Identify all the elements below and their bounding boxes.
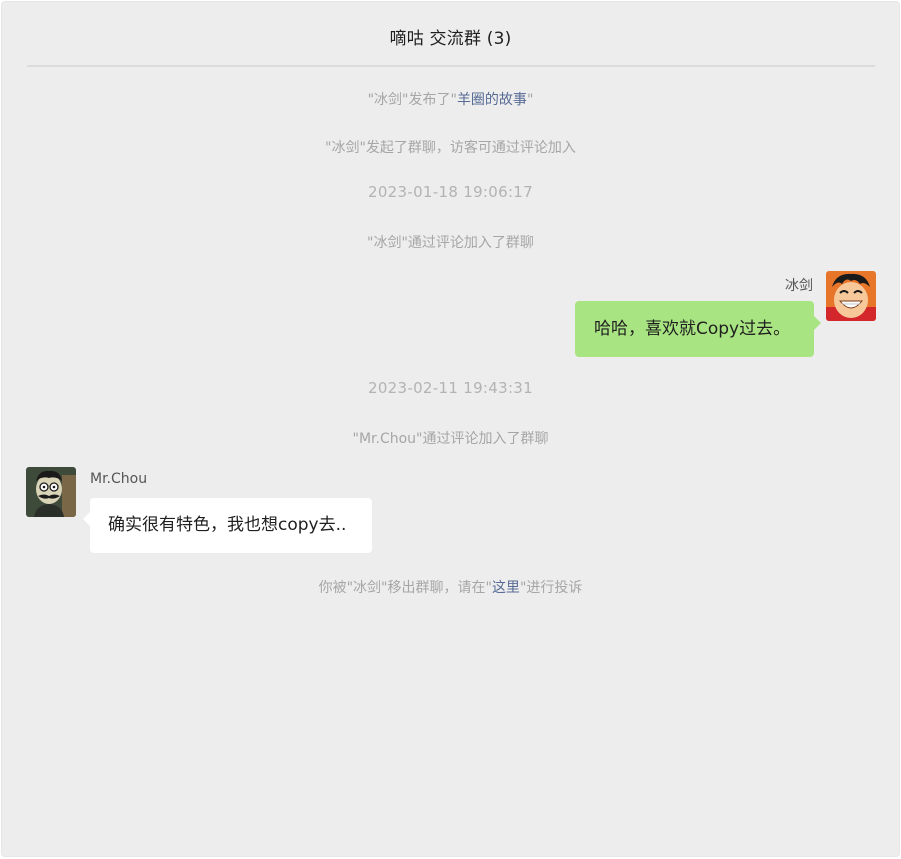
bubble-tail bbox=[83, 512, 90, 526]
timestamp: 2023-02-11 19:43:31 bbox=[367, 379, 533, 397]
removed-suffix: "进行投诉 bbox=[519, 580, 583, 596]
sender-name: Mr.Chou bbox=[90, 471, 148, 487]
published-suffix: " bbox=[526, 92, 534, 108]
header-divider bbox=[27, 65, 875, 67]
complaint-link[interactable]: 这里 bbox=[492, 580, 520, 596]
chat-title: 嘀咕 交流群 (3) bbox=[389, 29, 512, 49]
chat-window: 嘀咕 交流群 (3) "冰剑"发布了"羊圈的故事" "冰剑"发起了群聊，访客可通… bbox=[1, 1, 900, 857]
published-prefix: "冰剑"发布了" bbox=[367, 92, 457, 108]
mustache-man-avatar-icon[interactable] bbox=[26, 467, 76, 517]
message-bubble-self[interactable]: 哈哈，喜欢就Copy过去。 bbox=[575, 301, 814, 357]
sender-name: 冰剑 bbox=[785, 278, 813, 294]
message-bubble-other[interactable]: 确实很有特色，我也想copy去.. bbox=[90, 498, 372, 553]
removed-prefix: 你被"冰剑"移出群聊，请在" bbox=[318, 580, 492, 596]
bubble-tail bbox=[814, 316, 821, 330]
system-notice-joined: "Mr.Chou"通过评论加入了群聊 bbox=[352, 431, 549, 447]
timestamp: 2023-01-18 19:06:17 bbox=[367, 183, 533, 201]
luffy-avatar-icon[interactable] bbox=[826, 271, 876, 321]
system-notice-published: "冰剑"发布了"羊圈的故事" bbox=[2, 89, 899, 109]
system-notice-removed: 你被"冰剑"移出群聊，请在"这里"进行投诉 bbox=[2, 577, 899, 597]
system-notice-group-started: "冰剑"发起了群聊，访客可通过评论加入 bbox=[325, 140, 576, 156]
story-link[interactable]: 羊圈的故事 bbox=[457, 92, 527, 108]
system-notice-joined: "冰剑"通过评论加入了群聊 bbox=[367, 235, 534, 251]
